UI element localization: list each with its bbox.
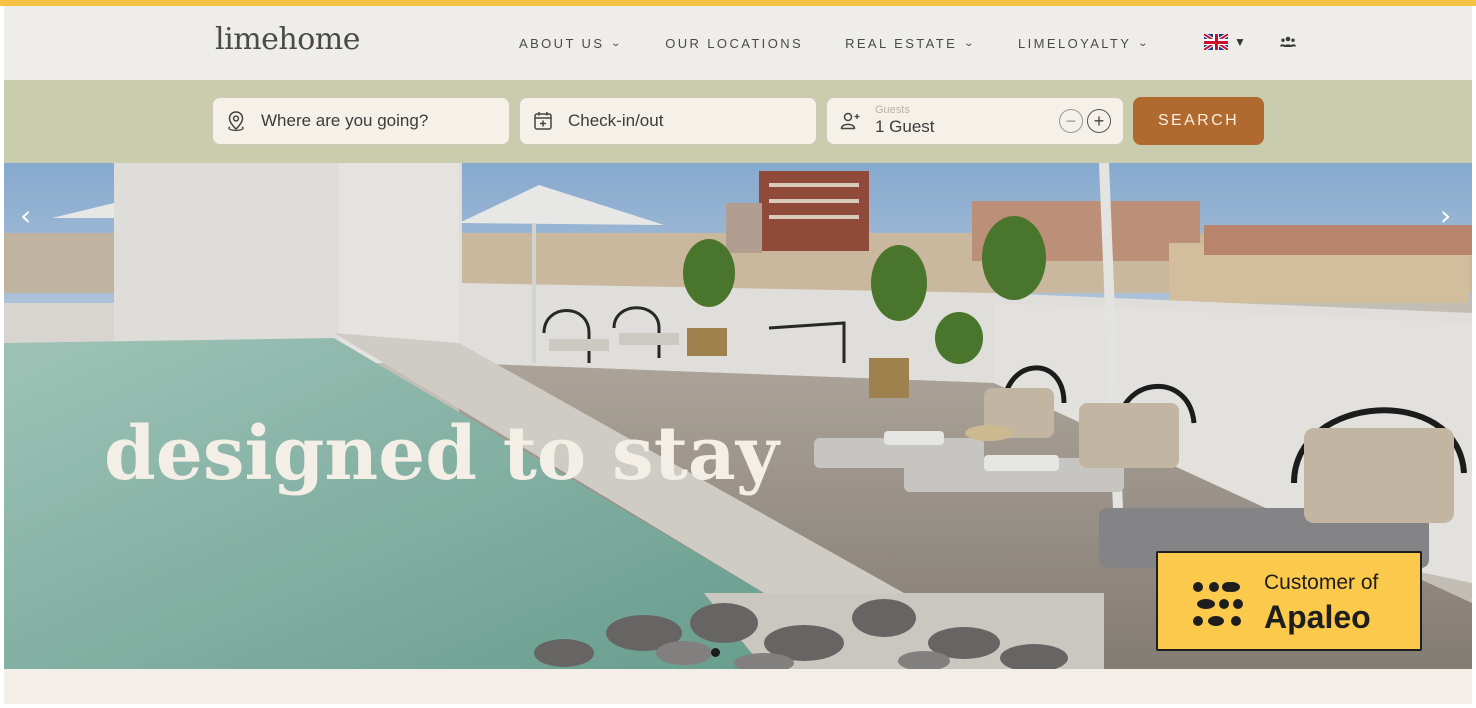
dates-field[interactable]: Check-in/out	[519, 97, 817, 145]
uk-flag-icon	[1204, 34, 1228, 50]
main-nav: ABOUT US ⌄ OUR LOCATIONS REAL ESTATE ⌄ L…	[519, 6, 1192, 80]
badge-brand: Apaleo	[1264, 599, 1371, 635]
site-logo[interactable]: limehome	[215, 22, 360, 57]
guests-field[interactable]: Guests 1 Guest − +	[826, 97, 1124, 145]
language-selector[interactable]: ▼	[1204, 34, 1246, 50]
location-pin-icon	[225, 110, 247, 132]
search-button[interactable]: SEARCH	[1133, 97, 1264, 145]
hero-headline: designed to stay	[104, 411, 779, 497]
nav-item-label: ABOUT US	[519, 35, 605, 51]
add-person-icon	[839, 110, 861, 132]
dates-placeholder: Check-in/out	[568, 111, 664, 130]
nav-item-about-us[interactable]: ABOUT US ⌄	[519, 36, 623, 51]
guests-label: Guests	[875, 103, 910, 116]
guests-value: 1 Guest	[875, 116, 935, 136]
hero-carousel: ‹ › designed to stay Customer of Apaleo	[4, 163, 1472, 669]
carousel-dot[interactable]	[711, 648, 720, 657]
apaleo-badge[interactable]: Customer of Apaleo	[1156, 551, 1422, 651]
chevron-down-icon: ⌄	[610, 37, 625, 49]
calendar-icon	[532, 110, 554, 132]
apaleo-logo-icon	[1193, 582, 1243, 626]
nav-item-label: LIMELOYALTY	[1018, 35, 1132, 51]
site-header: limehome ABOUT US ⌄ OUR LOCATIONS REAL E…	[4, 6, 1472, 80]
destination-placeholder: Where are you going?	[261, 111, 429, 130]
destination-field[interactable]: Where are you going?	[212, 97, 510, 145]
badge-prefix: Customer of	[1264, 571, 1379, 594]
nav-item-label: OUR LOCATIONS	[665, 35, 804, 51]
guests-stepper: − +	[1059, 109, 1111, 133]
chevron-down-icon: ⌄	[963, 37, 978, 49]
nav-item-our-locations[interactable]: OUR LOCATIONS	[665, 36, 803, 51]
nav-item-limeloyalty[interactable]: LIMELOYALTY ⌄	[1018, 36, 1150, 51]
page: limehome ABOUT US ⌄ OUR LOCATIONS REAL E…	[4, 6, 1472, 704]
caret-down-icon: ▼	[1234, 35, 1246, 49]
chevron-left-icon[interactable]: ‹	[20, 199, 31, 232]
chevron-down-icon: ⌄	[1137, 37, 1152, 49]
users-icon[interactable]	[1280, 36, 1296, 48]
search-bar: Where are you going? Check-in/out Guests…	[4, 80, 1472, 163]
decrease-guests-button[interactable]: −	[1059, 109, 1083, 133]
guests-display: Guests 1 Guest	[875, 103, 935, 137]
chevron-right-icon[interactable]: ›	[1440, 199, 1451, 232]
nav-item-real-estate[interactable]: REAL ESTATE ⌄	[845, 36, 976, 51]
increase-guests-button[interactable]: +	[1087, 109, 1111, 133]
nav-item-label: REAL ESTATE	[845, 35, 958, 51]
